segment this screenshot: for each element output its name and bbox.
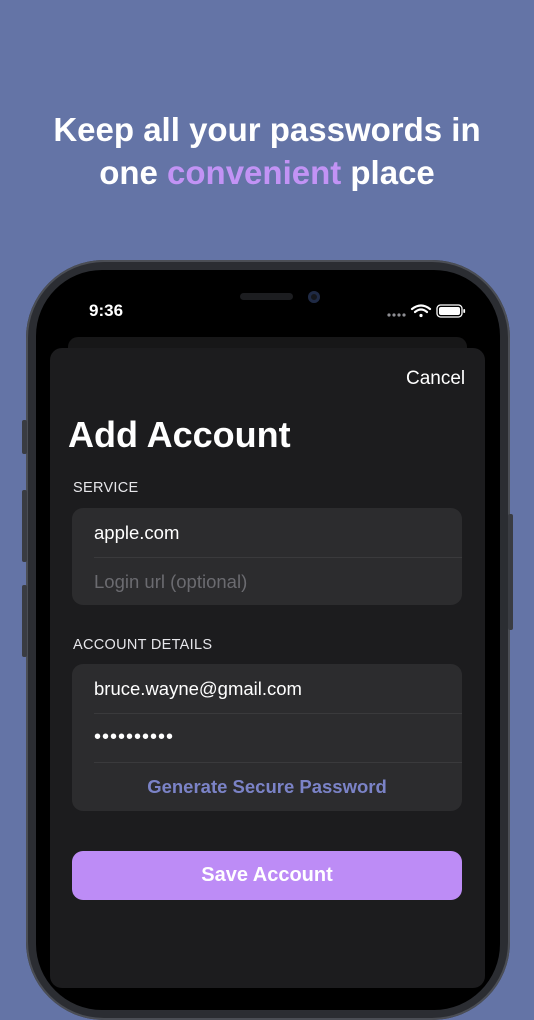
phone-button-left-2: [22, 490, 27, 562]
earpiece-speaker: [240, 293, 293, 300]
account-details-group: •••••••••• Generate Secure Password: [72, 664, 462, 811]
headline-accent-word: convenient: [167, 154, 342, 191]
status-icons: [387, 304, 466, 318]
password-field[interactable]: ••••••••••: [94, 726, 174, 749]
login-url-input[interactable]: [94, 570, 462, 593]
page-title: Add Account: [68, 414, 291, 455]
signal-icon: [387, 313, 406, 317]
email-input[interactable]: [94, 677, 462, 700]
save-account-button[interactable]: Save Account: [72, 851, 462, 900]
service-input[interactable]: [94, 521, 462, 544]
generate-password-button[interactable]: Generate Secure Password: [72, 762, 462, 811]
headline-line-2-start: one: [99, 154, 168, 191]
promo-headline: Keep all your passwords in one convenien…: [0, 108, 534, 194]
service-row: [94, 508, 462, 558]
service-section-label: SERVICE: [73, 480, 139, 496]
wifi-icon: [410, 304, 432, 318]
account-details-section-label: ACCOUNT DETAILS: [73, 637, 213, 653]
battery-icon: [436, 304, 466, 318]
email-row: [94, 664, 462, 714]
status-time: 9:36: [89, 301, 124, 320]
front-camera-icon: [308, 291, 320, 303]
headline-line-2: one convenient place: [0, 151, 534, 194]
phone-button-right: [508, 514, 513, 630]
service-group: [72, 508, 462, 605]
phone-button-left-3: [22, 585, 27, 657]
login-url-row: [94, 557, 462, 605]
cancel-button[interactable]: Cancel: [406, 368, 465, 390]
headline-line-2-end: place: [341, 154, 435, 191]
password-row: ••••••••••: [94, 713, 462, 763]
phone-button-left-1: [22, 420, 27, 454]
headline-line-1: Keep all your passwords in: [53, 111, 481, 148]
